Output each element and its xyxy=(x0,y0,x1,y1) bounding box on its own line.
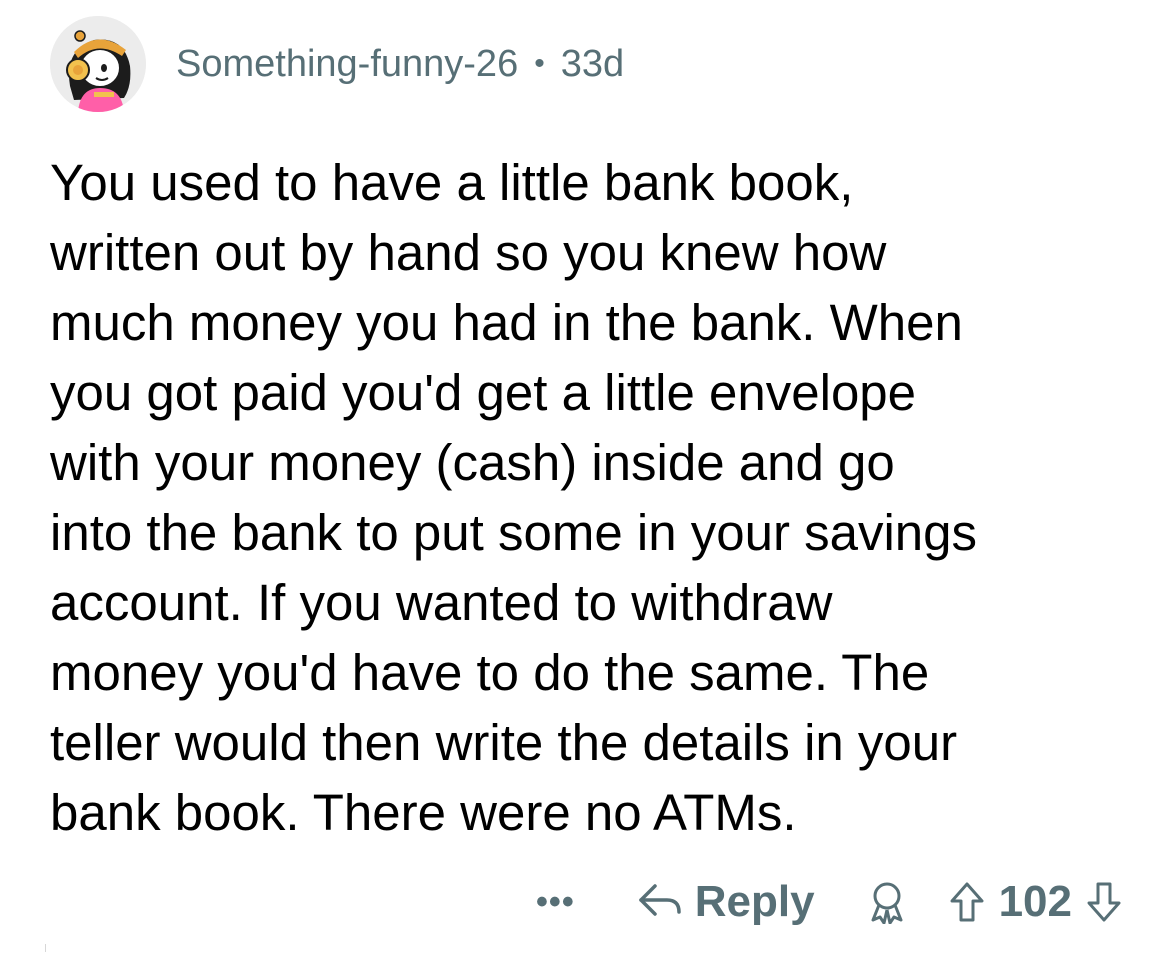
reply-arrow-icon xyxy=(635,880,695,925)
reply-button[interactable]: Reply xyxy=(635,877,815,927)
comment-age: 33d xyxy=(560,42,625,85)
more-options-button[interactable]: ••• xyxy=(536,885,575,919)
comment-body-line: bank book. There were no ATMs. xyxy=(50,784,797,841)
comment-body-line: into the bank to put some in your saving… xyxy=(50,504,978,561)
comment-body-line: account. If you wanted to withdraw xyxy=(50,574,833,631)
comment-body-line: you got paid you'd get a little envelope xyxy=(50,364,917,421)
comment-body-line: much money you had in the bank. When xyxy=(50,294,963,351)
username[interactable]: Something-funny-26 xyxy=(176,43,518,86)
comment-body-line: teller would then write the details in y… xyxy=(50,714,958,771)
comment-body-line: money you'd have to do the same. The xyxy=(50,644,930,701)
comment-meta: Something-funny-26 • 33d xyxy=(176,43,624,86)
award-icon[interactable] xyxy=(867,880,907,924)
reply-label: Reply xyxy=(694,877,815,926)
upvote-arrow-icon[interactable] xyxy=(949,881,985,923)
comment-body-line: written out by hand so you knew how xyxy=(50,224,887,281)
comment-body: You used to have a little bank book, wri… xyxy=(50,148,1140,848)
meta-separator: • xyxy=(534,47,545,80)
divider-mark xyxy=(45,944,46,952)
comment-body-line: with your money (cash) inside and go xyxy=(50,434,895,491)
comment-header: Something-funny-26 • 33d xyxy=(50,16,624,112)
vote-score: 102 xyxy=(998,877,1072,926)
avatar[interactable] xyxy=(50,16,146,112)
comment-body-line: You used to have a little bank book, xyxy=(50,154,854,211)
downvote-arrow-icon[interactable] xyxy=(1086,881,1122,923)
avatar-image xyxy=(50,16,146,112)
comment-actions: ••• Reply 102 xyxy=(536,872,1122,932)
